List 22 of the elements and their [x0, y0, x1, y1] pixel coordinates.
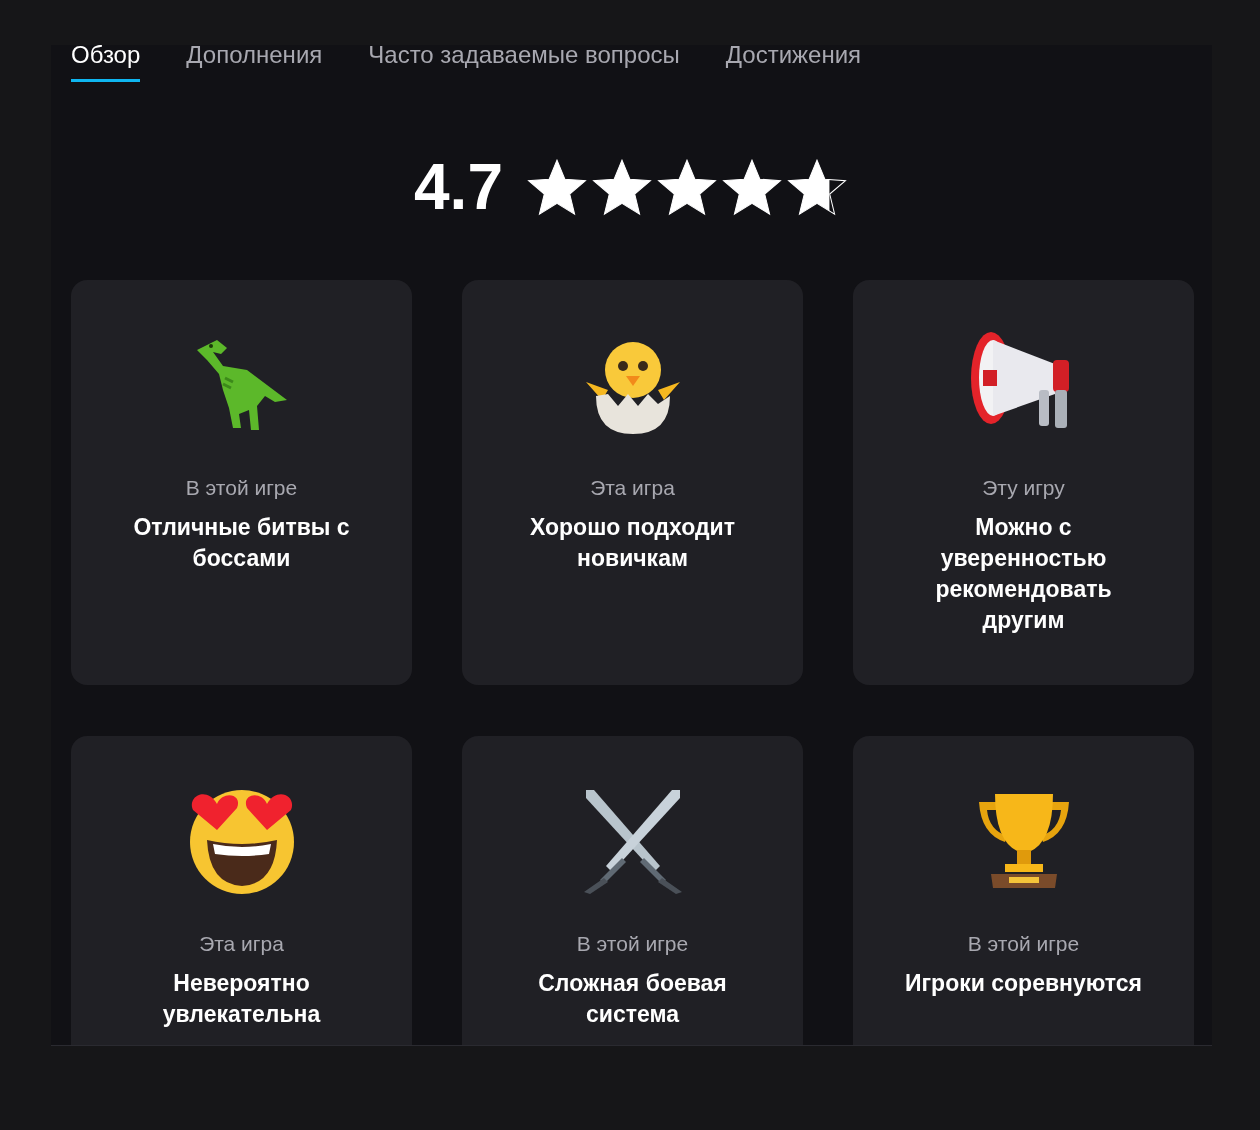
tab[interactable]: Дополнения — [186, 45, 323, 82]
card-label: В этой игре — [967, 932, 1080, 956]
card-title: Сложная боевая система — [537, 969, 728, 1029]
card-title: Можно с уверенностью рекомендовать другим — [934, 513, 1113, 635]
tab[interactable]: Часто задаваемые вопросы — [368, 45, 680, 82]
card-label: В этой игре — [185, 476, 298, 500]
tab[interactable]: Достижения — [725, 45, 862, 82]
card-title: Игроки соревнуются — [905, 969, 1142, 998]
star-icon — [720, 157, 784, 217]
star-icon — [655, 157, 719, 217]
card-label: Эта игра — [590, 476, 675, 500]
card-title: Невероятно увлекательна — [161, 969, 322, 1029]
star-icon — [525, 157, 589, 217]
card-title: Отличные битвы с боссами — [132, 513, 351, 573]
star-icon — [590, 157, 654, 217]
card-label: Эту игру — [982, 476, 1065, 500]
star-icon — [785, 157, 849, 217]
tab[interactable]: Обзор — [71, 45, 141, 82]
card-label: В этой игре — [576, 932, 689, 956]
rating-score: 4.7 — [414, 152, 503, 222]
card-label: Эта игра — [199, 932, 284, 956]
card-title: Хорошо подходит новичкам — [529, 513, 736, 573]
